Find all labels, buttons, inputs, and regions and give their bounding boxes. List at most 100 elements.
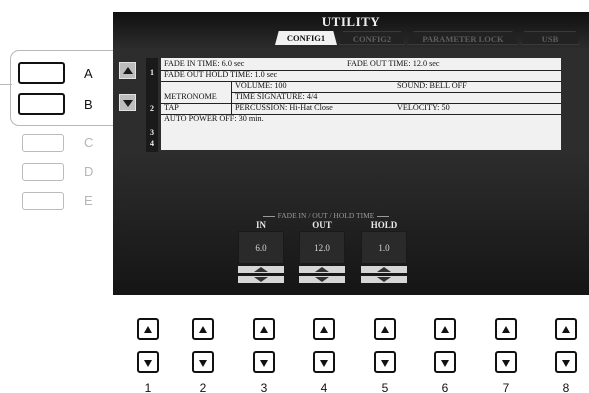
side-button-b-label: B [84, 97, 93, 112]
up-arrow-icon [254, 267, 268, 272]
bottom-down-button-8[interactable] [555, 351, 577, 373]
fade-out-up[interactable] [299, 266, 345, 273]
down-arrow-icon [320, 360, 328, 367]
side-button-a[interactable] [18, 62, 65, 84]
bottom-up-button-5[interactable] [374, 318, 396, 340]
down-arrow-icon [260, 360, 268, 367]
fade-group-title: FADE IN / OUT / HOLD TIME [241, 211, 411, 220]
bottom-up-button-6[interactable] [434, 318, 456, 340]
bottom-down-button-1[interactable] [137, 351, 159, 373]
metronome-sound[interactable]: SOUND: BELL OFF [397, 81, 467, 91]
bottom-down-button-7[interactable] [495, 351, 517, 373]
bottom-button-number-5: 5 [381, 381, 389, 393]
screen-down-button[interactable] [119, 94, 136, 111]
row-number-column: 1 2 3 4 [146, 58, 158, 152]
bottom-up-button-3[interactable] [253, 318, 275, 340]
down-arrow-icon [381, 360, 389, 367]
bottom-button-number-1: 1 [144, 381, 152, 393]
fade-in-value[interactable]: 6.0 [238, 231, 284, 264]
up-arrow-icon [562, 326, 570, 333]
down-arrow-icon [123, 100, 133, 107]
up-arrow-icon [377, 267, 391, 272]
bottom-up-button-8[interactable] [555, 318, 577, 340]
down-arrow-icon [199, 360, 207, 367]
time-signature[interactable]: TIME SIGNATURE: 4/4 [235, 92, 317, 102]
bottom-button-number-6: 6 [441, 381, 449, 393]
fade-out-header: OUT [312, 220, 332, 230]
metronome-volume[interactable]: VOLUME: 100 [235, 81, 287, 91]
col-divider [231, 81, 232, 114]
bottom-down-button-4[interactable] [313, 351, 335, 373]
up-arrow-icon [144, 326, 152, 333]
side-button-b[interactable] [18, 93, 65, 115]
bottom-down-button-3[interactable] [253, 351, 275, 373]
fade-out-value[interactable]: 12.0 [299, 231, 345, 264]
fade-in-down[interactable] [238, 276, 284, 283]
fade-in-time[interactable]: FADE IN TIME: 6.0 sec [164, 59, 244, 69]
bottom-down-button-6[interactable] [434, 351, 456, 373]
hold-up[interactable] [361, 266, 407, 273]
tap-percussion[interactable]: PERCUSSION: Hi-Hat Close [235, 103, 333, 113]
side-button-c-label: C [84, 135, 94, 150]
tap-velocity[interactable]: VELOCITY: 50 [397, 103, 450, 113]
up-arrow-icon [123, 67, 133, 74]
row-number-4: 4 [150, 139, 154, 148]
fade-in-header: IN [255, 220, 266, 230]
bottom-button-number-3: 3 [260, 381, 268, 393]
row-divider [161, 103, 561, 104]
up-arrow-icon [320, 326, 328, 333]
tab-config2[interactable]: CONFIG2 [339, 31, 405, 45]
screen-up-button[interactable] [119, 62, 136, 79]
up-arrow-icon [502, 326, 510, 333]
auto-power-off[interactable]: AUTO POWER OFF: 30 min. [164, 114, 264, 124]
bottom-button-number-2: 2 [199, 381, 207, 393]
row-number-3: 3 [150, 128, 154, 137]
config-table: FADE IN TIME: 6.0 sec FADE OUT TIME: 12.… [161, 58, 561, 150]
bottom-button-number-8: 8 [562, 381, 570, 393]
side-button-e[interactable] [22, 192, 64, 210]
row-divider [161, 81, 561, 82]
down-arrow-icon [144, 360, 152, 367]
fade-in-up[interactable] [238, 266, 284, 273]
tab-config1[interactable]: CONFIG1 [275, 31, 337, 45]
up-arrow-icon [381, 326, 389, 333]
hold-down[interactable] [361, 276, 407, 283]
fade-out-time[interactable]: FADE OUT TIME: 12.0 sec [347, 59, 440, 69]
side-button-e-label: E [84, 193, 93, 208]
screen-title: UTILITY [321, 14, 381, 29]
up-arrow-icon [315, 267, 329, 272]
bottom-down-button-5[interactable] [374, 351, 396, 373]
down-arrow-icon [562, 360, 570, 367]
down-arrow-icon [315, 277, 329, 282]
tab-usb[interactable]: USB [521, 31, 579, 45]
bottom-down-button-2[interactable] [192, 351, 214, 373]
down-arrow-icon [441, 360, 449, 367]
down-arrow-icon [502, 360, 510, 367]
down-arrow-icon [377, 277, 391, 282]
fade-out-hold-time[interactable]: FADE OUT HOLD TIME: 1.0 sec [164, 70, 277, 80]
up-arrow-icon [260, 326, 268, 333]
tab-parameter-lock[interactable]: PARAMETER LOCK [407, 31, 519, 45]
bottom-button-number-7: 7 [502, 381, 510, 393]
side-button-d-label: D [84, 164, 94, 179]
side-button-c[interactable] [22, 134, 64, 152]
callout-line [0, 84, 12, 85]
lcd-screen: UTILITY CONFIG1 CONFIG2 PARAMETER LOCK U… [113, 12, 589, 295]
bottom-up-button-7[interactable] [495, 318, 517, 340]
bottom-up-button-1[interactable] [137, 318, 159, 340]
bottom-up-button-4[interactable] [313, 318, 335, 340]
side-button-a-label: A [84, 66, 93, 81]
tap-label: TAP [164, 103, 179, 112]
bottom-up-button-2[interactable] [192, 318, 214, 340]
down-arrow-icon [254, 277, 268, 282]
hold-header: HOLD [370, 220, 398, 230]
up-arrow-icon [199, 326, 207, 333]
metronome-label: METRONOME [164, 92, 217, 101]
hold-value[interactable]: 1.0 [361, 231, 407, 264]
row-number-1: 1 [150, 68, 154, 77]
side-button-d[interactable] [22, 163, 64, 181]
row-number-2: 2 [150, 104, 154, 113]
up-arrow-icon [441, 326, 449, 333]
bottom-button-number-4: 4 [320, 381, 328, 393]
fade-out-down[interactable] [299, 276, 345, 283]
